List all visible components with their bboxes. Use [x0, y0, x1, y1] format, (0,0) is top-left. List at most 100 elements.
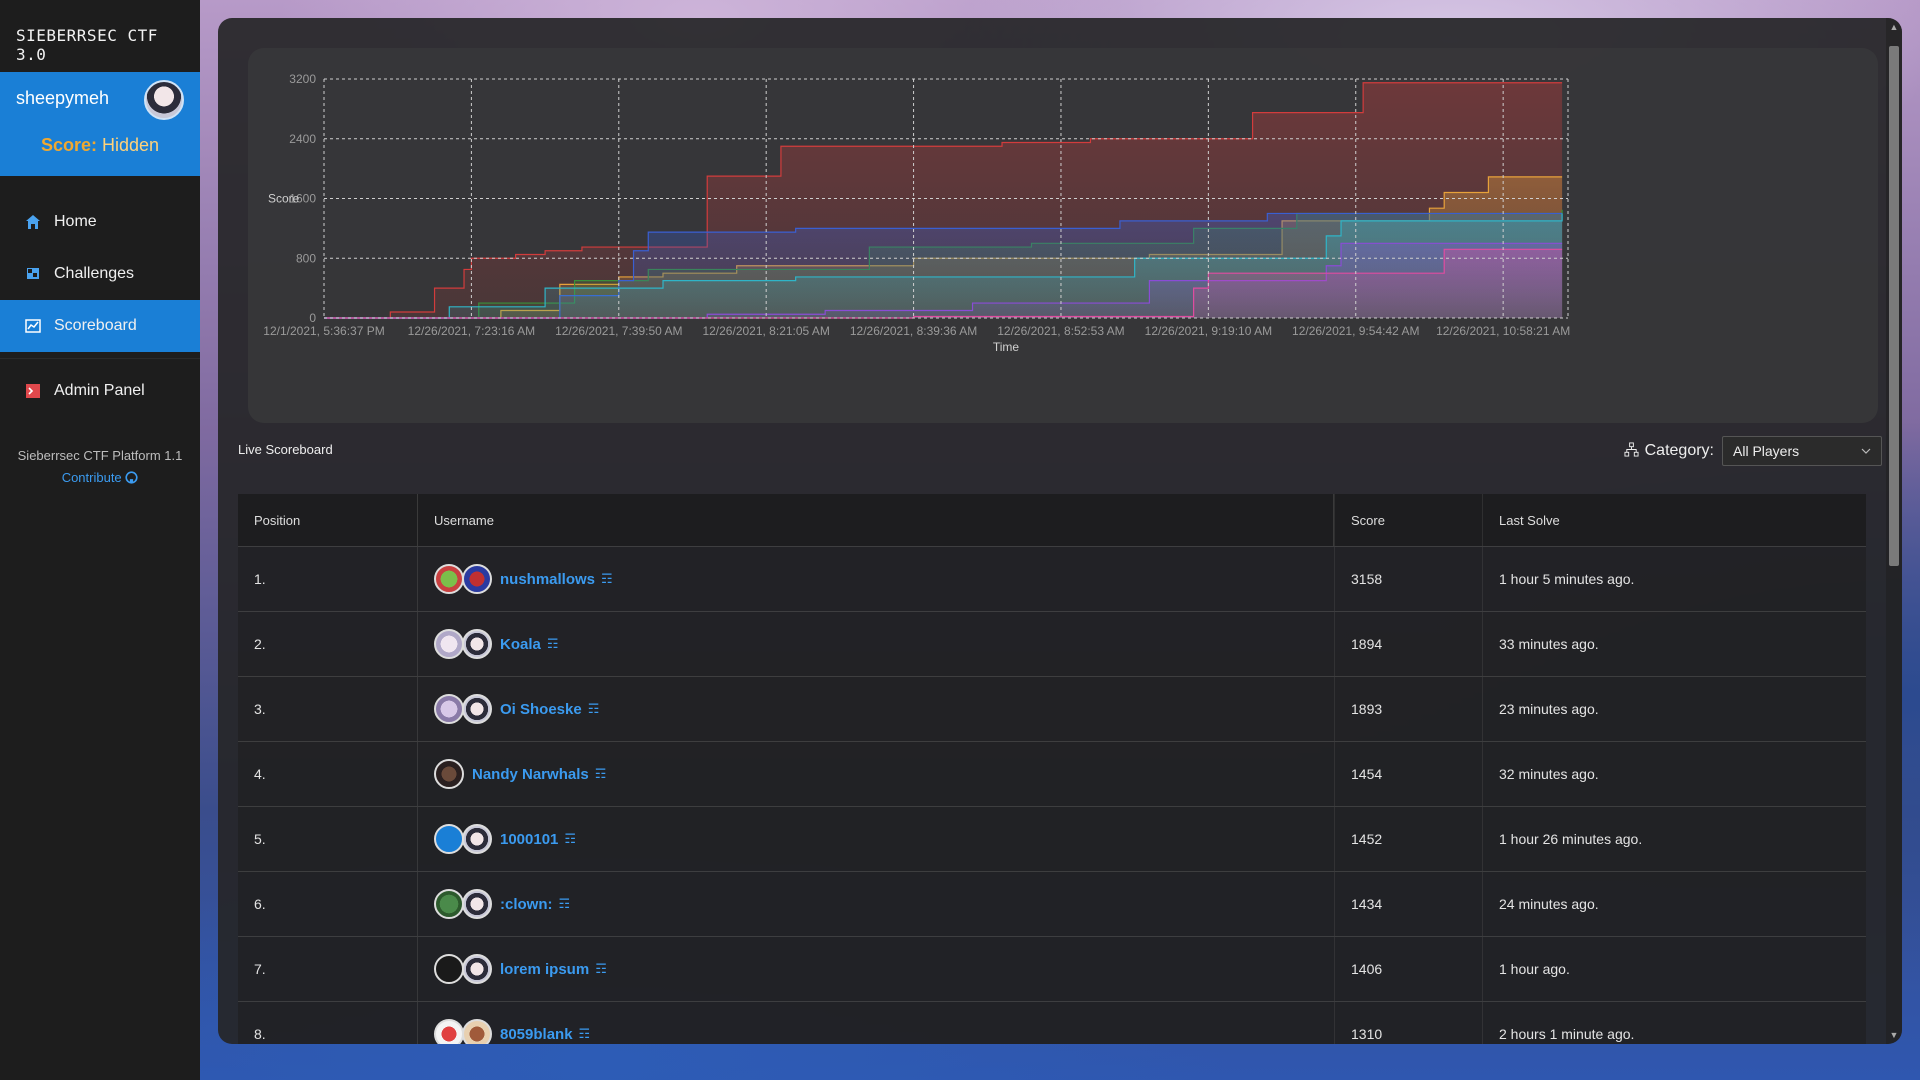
row-user: Oi Shoeske ☶ [418, 677, 1334, 741]
category-label: Category: [1644, 442, 1714, 459]
y-tick-label: 2400 [289, 132, 316, 146]
team-name-link[interactable]: lorem ipsum [500, 961, 589, 978]
row-position: 7. [238, 937, 418, 1001]
member-avatar [462, 564, 492, 594]
scroll-thumb[interactable] [1889, 46, 1899, 566]
chevron-down-icon [1861, 443, 1871, 459]
scroll-down-arrow-icon[interactable]: ▼ [1889, 1030, 1899, 1040]
member-avatar [434, 629, 464, 659]
row-position: 1. [238, 547, 418, 611]
row-user: 8059blank ☶ [418, 1002, 1334, 1044]
row-score: 1454 [1334, 742, 1482, 806]
team-icon: ☶ [558, 896, 571, 911]
header-username[interactable]: Username [418, 494, 1334, 546]
y-tick-label: 0 [309, 311, 316, 325]
member-avatar [434, 564, 464, 594]
team-icon: ☶ [564, 831, 577, 846]
category-select-value: All Players [1733, 443, 1800, 459]
live-scoreboard-label: Live Scoreboard [238, 442, 333, 457]
row-user: nushmallows ☶ [418, 547, 1334, 611]
x-tick-label: 12/26/2021, 8:21:05 AM [702, 324, 829, 338]
team-name-link[interactable]: 8059blank [500, 1026, 573, 1043]
x-tick-label: 12/26/2021, 7:23:16 AM [408, 324, 535, 338]
x-tick-label: 12/26/2021, 7:39:50 AM [555, 324, 682, 338]
category-filter: Category: All Players [1624, 436, 1882, 466]
member-avatar [462, 694, 492, 724]
member-avatar [462, 954, 492, 984]
row-score: 1406 [1334, 937, 1482, 1001]
row-last-solve: 1 hour ago. [1482, 937, 1866, 1001]
row-user: Koala ☶ [418, 612, 1334, 676]
team-icon: ☶ [587, 701, 600, 716]
x-tick-label: 12/26/2021, 8:52:53 AM [997, 324, 1124, 338]
row-score: 3158 [1334, 547, 1482, 611]
nav-challenges-label: Challenges [54, 265, 135, 282]
team-name-link[interactable]: :clown: [500, 896, 553, 913]
team-icon: ☶ [595, 961, 607, 976]
team-name-link[interactable]: Oi Shoeske [500, 701, 582, 718]
sidebar: SIEBERRSEC CTF 3.0 sheepymeh Score: Hidd… [0, 0, 200, 1080]
nav-menu: Home Challenges Scoreboard Admin Panel [0, 196, 200, 417]
header-position[interactable]: Position [238, 494, 418, 546]
row-position: 4. [238, 742, 418, 806]
nav-item-scoreboard[interactable]: Scoreboard [0, 300, 200, 352]
team-name-link[interactable]: nushmallows [500, 571, 595, 588]
team-icon: ☶ [601, 571, 613, 586]
row-user: Nandy Narwhals ☶ [418, 742, 1334, 806]
team-icon: ☶ [578, 1026, 591, 1041]
row-position: 3. [238, 677, 418, 741]
nav-divider [0, 358, 200, 359]
x-axis-label: Time [993, 340, 1020, 354]
table-row: 3. Oi Shoeske ☶ 1893 23 minutes ago. [238, 676, 1866, 741]
member-avatar [462, 824, 492, 854]
github-icon [125, 470, 138, 485]
score-label: Score: [40, 135, 97, 155]
score-chart: 0 800 1600 2400 3200 12/1/2021, 5:36:37 PM 12/… [248, 48, 1878, 423]
x-tick-label: 12/26/2021, 10:58:21 AM [1436, 324, 1570, 338]
header-last-solve[interactable]: Last Solve [1482, 494, 1866, 546]
team-name-link[interactable]: Nandy Narwhals [472, 766, 589, 783]
member-avatar [434, 759, 464, 789]
score-value: Hidden [102, 135, 160, 155]
table-row: 4. Nandy Narwhals ☶ 1454 32 minutes ago. [238, 741, 1866, 806]
scrollbar[interactable]: ▲ ▼ [1886, 18, 1902, 1044]
scroll-up-arrow-icon[interactable]: ▲ [1889, 22, 1899, 32]
home-icon [24, 213, 42, 231]
table-row: 8. 8059blank ☶ 1310 2 hours 1 minute ago. [238, 1001, 1866, 1044]
row-position: 2. [238, 612, 418, 676]
brand-logo[interactable]: SIEBERRSEC CTF 3.0 [0, 0, 200, 72]
table-row: 2. Koala ☶ 1894 33 minutes ago. [238, 611, 1866, 676]
sitemap-icon [1624, 441, 1639, 461]
member-avatar [434, 694, 464, 724]
member-avatar [462, 629, 492, 659]
platform-name: Sieberrsec CTF Platform 1.1 [17, 448, 183, 463]
member-avatar [462, 1019, 492, 1044]
row-last-solve: 23 minutes ago. [1482, 677, 1866, 741]
contribute-link[interactable]: Contribute [0, 467, 200, 489]
nav-item-admin-panel[interactable]: Admin Panel [0, 365, 200, 417]
team-name-link[interactable]: 1000101 [500, 831, 558, 848]
table-row: 5. 1000101 ☶ 1452 1 hour 26 minutes ago. [238, 806, 1866, 871]
row-user: :clown: ☶ [418, 872, 1334, 936]
header-score[interactable]: Score [1334, 494, 1482, 546]
nav-item-home[interactable]: Home [0, 196, 200, 248]
x-tick-label: 12/1/2021, 5:36:37 PM [263, 324, 384, 338]
row-score: 1310 [1334, 1002, 1482, 1044]
nav-item-challenges[interactable]: Challenges [0, 248, 200, 300]
nav-admin-label: Admin Panel [54, 382, 145, 399]
row-last-solve: 32 minutes ago. [1482, 742, 1866, 806]
row-score: 1434 [1334, 872, 1482, 936]
row-last-solve: 24 minutes ago. [1482, 872, 1866, 936]
team-name-link[interactable]: Koala [500, 636, 541, 653]
x-tick-label: 12/26/2021, 9:54:42 AM [1292, 324, 1419, 338]
category-label-wrap: Category: [1624, 441, 1714, 461]
row-user: 1000101 ☶ [418, 807, 1334, 871]
row-position: 6. [238, 872, 418, 936]
member-avatar [434, 889, 464, 919]
row-last-solve: 2 hours 1 minute ago. [1482, 1002, 1866, 1044]
team-icon: ☶ [546, 636, 559, 651]
category-select[interactable]: All Players [1722, 436, 1882, 466]
user-avatar[interactable] [144, 80, 184, 120]
nav-home-label: Home [54, 213, 97, 230]
terminal-icon [24, 382, 42, 400]
